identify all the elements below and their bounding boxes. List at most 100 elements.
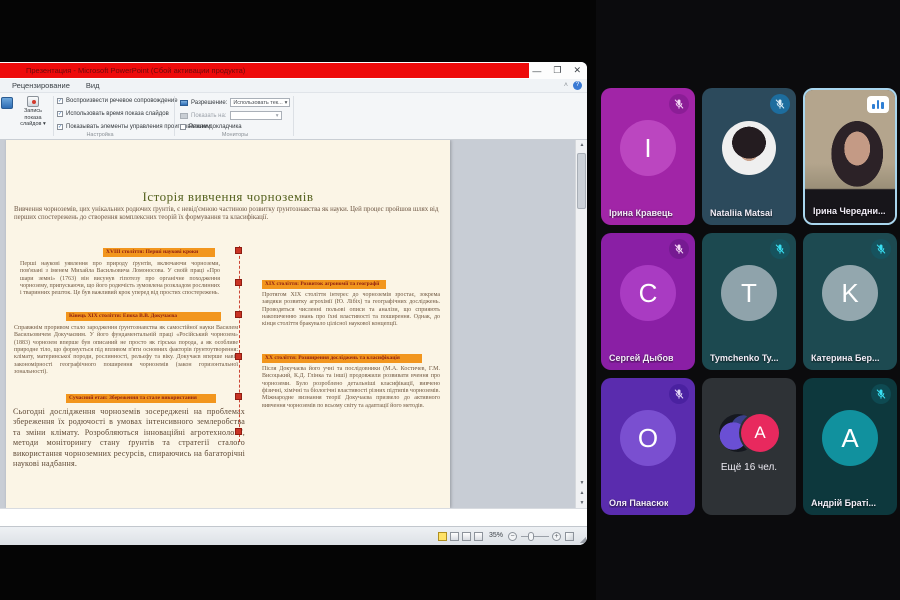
participant-name: Tymchenko Ty... (710, 353, 779, 363)
zoom-out-button[interactable]: − (508, 532, 517, 541)
dropdown-caret-icon: ▾ (276, 112, 279, 119)
participants-grid: I Ірина Кравець Nataliia Matsai Ірина Че… (601, 88, 897, 515)
ribbon-tab-row: Рецензирование Вид ˄ ? (0, 79, 587, 93)
group-label-monitors: Мониторы (180, 132, 290, 138)
zoom-slider-track[interactable] (521, 536, 549, 537)
dropdown-caret-icon: ▾ (43, 121, 46, 127)
record-slideshow-icon (27, 96, 39, 107)
resolution-dropdown[interactable]: Использовать тек... ▾ (230, 98, 290, 107)
participant-tile[interactable]: Nataliia Matsai (702, 88, 796, 225)
participant-name: Сергей Дыбов (609, 353, 673, 363)
participant-initial: A (841, 423, 858, 454)
resolution-label: Разрешение: (191, 100, 227, 106)
overflow-count-label: Ещё 16 чел. (702, 462, 796, 473)
restore-button[interactable]: ❐ (553, 65, 561, 76)
section-body-dokuchaev-era: Справжнім проривом стало зародження ґрун… (14, 325, 238, 376)
slide-title: Історія вивчення чорноземів (6, 189, 450, 205)
checkbox-checked-icon: ✓ (57, 124, 63, 130)
section-header-20th-century: XX століття: Розширення досліджень та кл… (262, 354, 422, 363)
initial-circle: T (721, 265, 777, 321)
section-body-18th-century: Перші наукові уявлення про природу ґрунт… (20, 261, 220, 298)
powerpoint-window: Презентация - Microsoft PowerPoint (Сбой… (0, 62, 587, 545)
scroll-down-icon[interactable]: ▼ (576, 478, 587, 488)
reading-view-button[interactable] (462, 532, 471, 541)
participant-name: Оля Панасюк (609, 498, 668, 508)
participant-name: Ірина Чередни... (813, 206, 886, 216)
normal-view-button[interactable] (438, 532, 447, 541)
next-slide-icon[interactable]: ▼ (576, 498, 587, 508)
slide-document: Історія вивчення чорноземів Вивчення чор… (6, 140, 450, 508)
resize-grip-icon[interactable]: ◢ (580, 535, 586, 544)
participant-initial: O (638, 423, 658, 454)
screen-share-region: Презентация - Microsoft PowerPoint (Сбой… (0, 0, 596, 600)
dropdown-caret-icon: ▾ (285, 99, 288, 106)
timeline-marker (235, 279, 242, 286)
initial-circle: С (620, 265, 676, 321)
resolution-icon (180, 100, 188, 106)
scrollbar-thumb[interactable] (577, 153, 586, 209)
section-body-19th-century: Протягом XIX століття інтерес до чорнозе… (262, 292, 440, 329)
timeline-marker (235, 393, 242, 400)
participant-initial: С (639, 278, 658, 309)
initial-circle: O (620, 410, 676, 466)
initial-circle: A (822, 410, 878, 466)
participant-tile[interactable]: K Катерина Бер... (803, 233, 897, 370)
slideshow-view-button[interactable] (474, 532, 483, 541)
show-on-dropdown: ▾ (230, 111, 282, 120)
participant-name: Ірина Кравець (609, 208, 673, 218)
mic-muted-icon (871, 384, 891, 404)
mic-muted-icon (669, 94, 689, 114)
minimize-button[interactable]: — (532, 66, 541, 76)
section-body-modern-stage: Сьогодні дослідження чорноземів зосередж… (13, 407, 245, 469)
record-slideshow-button[interactable]: Запись показа слайдов ▾ (15, 95, 51, 136)
checkbox-use-timings[interactable]: ✓ Использовать время показа слайдов (57, 111, 169, 117)
participant-initial: A (754, 423, 765, 443)
checkbox-presenter-view[interactable]: Режим докладчика (180, 124, 242, 130)
participant-tile[interactable]: I Ірина Кравець (601, 88, 695, 225)
scroll-up-icon[interactable]: ▲ (576, 140, 587, 150)
show-on-icon (180, 113, 188, 119)
fit-to-window-button[interactable] (565, 532, 574, 541)
tab-view[interactable]: Вид (86, 79, 100, 92)
section-header-18th-century: XVIII століття: Перші наукові кроки (103, 248, 215, 257)
section-body-20th-century: Після Докучаєва його учні та послідовник… (262, 366, 440, 410)
mic-muted-icon (770, 94, 790, 114)
notes-pane[interactable] (0, 508, 587, 526)
avatar (722, 121, 776, 175)
checkbox-checked-icon: ✓ (57, 98, 63, 104)
participant-initial: T (741, 278, 757, 309)
participant-tile[interactable]: A Андрій Браті... (803, 378, 897, 515)
ribbon-slideshow: Запись показа слайдов ▾ ✓ Воспроизвести … (0, 93, 587, 140)
participant-name: Катерина Бер... (811, 353, 879, 363)
participant-initial: I (644, 133, 651, 164)
close-button[interactable]: ✕ (573, 65, 581, 76)
mic-muted-icon (770, 239, 790, 259)
slide-sorter-view-button[interactable] (450, 532, 459, 541)
participant-name: Андрій Браті... (811, 498, 876, 508)
mic-muted-icon (871, 239, 891, 259)
window-title: Презентация - Microsoft PowerPoint (Сбой… (0, 63, 529, 78)
title-bar: Презентация - Microsoft PowerPoint (Сбой… (0, 62, 587, 79)
participant-tile[interactable]: O Оля Панасюк (601, 378, 695, 515)
section-header-modern-stage: Сучасний етап: Збереження та стале викор… (66, 394, 216, 403)
zoom-slider-handle[interactable] (528, 532, 534, 541)
zoom-in-button[interactable]: + (552, 532, 561, 541)
participant-tile[interactable]: T Tymchenko Ty... (702, 233, 796, 370)
checkbox-play-narrations[interactable]: ✓ Воспроизвести речевое сопровождение (57, 98, 178, 104)
speaker-active-icon (867, 96, 889, 113)
help-icon[interactable]: ? (573, 81, 582, 90)
participant-tile[interactable]: С Сергей Дыбов (601, 233, 695, 370)
vertical-scrollbar[interactable]: ▲ ▼ ▲ ▼ (575, 140, 587, 508)
slide-intro-paragraph: Вивчення чорноземів, цих унікальних родю… (14, 206, 444, 223)
participant-initial: K (841, 278, 858, 309)
setup-slideshow-button[interactable] (1, 97, 13, 109)
checkbox-unchecked-icon (180, 124, 186, 130)
avatar: A (741, 414, 779, 452)
tab-review[interactable]: Рецензирование (12, 79, 70, 92)
previous-slide-icon[interactable]: ▲ (576, 488, 587, 498)
participant-tile-speaking[interactable]: Ірина Чередни... (803, 88, 897, 225)
section-header-dokuchaev-era: Кінець XIX століття: Епоха В.В. Докучаєв… (66, 312, 221, 321)
overflow-participants-tile[interactable]: A Ещё 16 чел. (702, 378, 796, 515)
collapse-ribbon-icon[interactable]: ˄ (564, 82, 568, 89)
status-bar: 35% − + ◢ (0, 526, 587, 545)
